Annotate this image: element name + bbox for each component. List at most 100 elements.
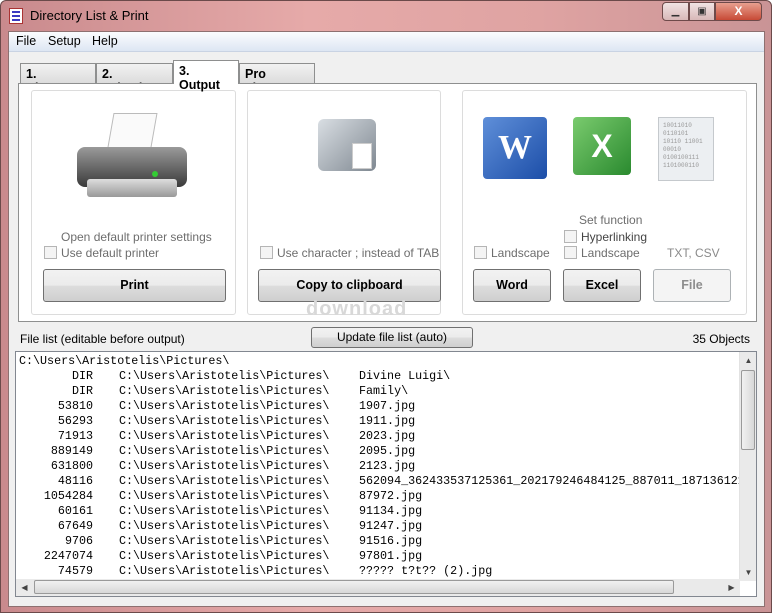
menu-file[interactable]: File: [16, 34, 36, 48]
hyperlinking-checkbox[interactable]: Hyperlinking: [564, 230, 647, 244]
row-name: Divine Luigi\: [359, 369, 451, 383]
tab-pro-licence[interactable]: Pro Licence: [239, 63, 315, 95]
excel-icon: X: [573, 117, 631, 175]
file-list-row: 1054284 C:\Users\Aristotelis\Pictures\ 879…: [19, 489, 739, 504]
export-group: W X 10011010 0110101 10110 11001 00010 0…: [462, 90, 747, 315]
word-button[interactable]: Word: [473, 269, 551, 302]
row-size: 74579: [57, 564, 93, 578]
checkbox-box[interactable]: [474, 246, 487, 259]
row-name: 97801.jpg: [359, 549, 423, 563]
menu-help[interactable]: Help: [92, 34, 118, 48]
scroll-right-arrow-icon[interactable]: ▶: [723, 579, 740, 596]
row-path: C:\Users\Aristotelis\Pictures\: [119, 504, 330, 518]
file-list-row: 48116 C:\Users\Aristotelis\Pictures\ 56209…: [19, 474, 752, 489]
row-name: 87972.jpg: [359, 489, 423, 503]
row-name: 91134.jpg: [359, 504, 423, 518]
maximize-button[interactable]: ▣: [689, 2, 715, 21]
row-name: 91247.jpg: [359, 519, 423, 533]
row-size: DIR: [71, 384, 93, 398]
row-path: C:\Users\Aristotelis\Pictures\: [119, 549, 330, 563]
update-file-list-button[interactable]: Update file list (auto): [311, 327, 473, 348]
row-path: C:\Users\Aristotelis\Pictures\: [119, 399, 330, 413]
printer-settings-link[interactable]: Open default printer settings: [61, 230, 212, 244]
excel-button[interactable]: Excel: [563, 269, 641, 302]
use-default-printer-checkbox[interactable]: Use default printer: [44, 246, 159, 260]
checkbox-label: Use character ; instead of TAB: [277, 246, 440, 260]
tab-output[interactable]: 3. Output: [173, 60, 239, 92]
use-semicolon-checkbox[interactable]: Use character ; instead of TAB: [260, 246, 439, 260]
menu-setup[interactable]: Setup: [48, 34, 81, 48]
title-bar[interactable]: Directory List & Print ▁ ▣ X: [1, 1, 771, 31]
row-size: 67649: [57, 519, 93, 533]
row-path: C:\Users\Aristotelis\Pictures\: [119, 489, 330, 503]
row-name: 1911.jpg: [359, 414, 416, 428]
clipboard-group: Use character ; instead of TAB Copy to c…: [247, 90, 441, 320]
row-path: C:\Users\Aristotelis\Pictures\: [119, 459, 330, 473]
scroll-up-arrow-icon[interactable]: ▲: [740, 352, 756, 369]
output-tab-panel: Open default printer settings Use defaul…: [18, 83, 757, 322]
file-list-row: 2247074 C:\Users\Aristotelis\Pictures\ 978…: [19, 549, 739, 564]
row-size: 9706: [64, 534, 93, 548]
file-formats-label: TXT, CSV: [667, 246, 720, 260]
file-list-row: 889149 C:\Users\Aristotelis\Pictures\ 2095…: [19, 444, 739, 459]
word-landscape-checkbox[interactable]: Landscape: [474, 246, 550, 260]
file-list-header: C:\Users\Aristotelis\Pictures\: [19, 354, 230, 368]
row-name: 562094_362433537125361_202179246484125_8…: [359, 474, 752, 488]
file-list-row: 631800 C:\Users\Aristotelis\Pictures\ 2123…: [19, 459, 739, 474]
file-list-textarea[interactable]: C:\Users\Aristotelis\Pictures\ DIR C:\Use…: [15, 351, 757, 597]
text-file-icon: 10011010 0110101 10110 11001 00010 01001…: [658, 117, 714, 181]
file-list-row: 74579 C:\Users\Aristotelis\Pictures\?????…: [19, 564, 739, 579]
file-list-row: 9706 C:\Users\Aristotelis\Pictures\ 91516.…: [19, 534, 739, 549]
row-path: C:\Users\Aristotelis\Pictures\: [119, 414, 330, 428]
row-size: 2247074: [43, 549, 93, 563]
checkbox-label: Landscape: [581, 246, 640, 260]
row-size: 631800: [50, 459, 93, 473]
row-name: Family\: [359, 384, 409, 398]
checkbox-label: Use default printer: [61, 246, 160, 260]
tab-selection[interactable]: 2. Selection: [96, 63, 173, 95]
row-name: ????? t?t?? (2).jpg: [359, 564, 493, 578]
vertical-scrollbar[interactable]: ▲ ▼: [739, 352, 756, 581]
file-button: File: [653, 269, 731, 302]
row-size: 53810: [57, 399, 93, 413]
file-list-row: 71913 C:\Users\Aristotelis\Pictures\ 2023.…: [19, 429, 739, 444]
scroll-left-arrow-icon[interactable]: ◀: [16, 579, 33, 596]
app-list-icon: [9, 8, 23, 24]
file-list-row: 56293 C:\Users\Aristotelis\Pictures\ 1911.…: [19, 414, 739, 429]
row-size: 71913: [57, 429, 93, 443]
row-size: DIR: [71, 369, 93, 383]
checkbox-label: Hyperlinking: [581, 230, 648, 244]
window-title: Directory List & Print: [30, 8, 149, 23]
excel-landscape-checkbox[interactable]: Landscape: [564, 246, 640, 260]
checkbox-box[interactable]: [44, 246, 57, 259]
minimize-button[interactable]: ▁: [662, 2, 689, 21]
row-path: C:\Users\Aristotelis\Pictures\: [119, 369, 330, 383]
row-name: 1907.jpg: [359, 399, 416, 413]
set-function-label: Set function: [579, 213, 643, 227]
scroll-down-arrow-icon[interactable]: ▼: [740, 564, 756, 581]
horizontal-scrollbar[interactable]: ◀ ▶: [16, 579, 740, 596]
file-list-row: 67649 C:\Users\Aristotelis\Pictures\ 91247…: [19, 519, 739, 534]
row-path: C:\Users\Aristotelis\Pictures\: [119, 519, 330, 533]
row-path: C:\Users\Aristotelis\Pictures\: [119, 474, 330, 488]
row-name: 2023.jpg: [359, 429, 416, 443]
row-path: C:\Users\Aristotelis\Pictures\: [119, 534, 330, 548]
printer-icon: [72, 113, 192, 208]
row-path: C:\Users\Aristotelis\Pictures\: [119, 384, 330, 398]
checkbox-box[interactable]: [564, 230, 577, 243]
checkbox-box[interactable]: [564, 246, 577, 259]
object-count: 35 Objects: [692, 332, 750, 346]
file-list-row: DIR C:\Users\Aristotelis\Pictures\ Divine …: [19, 369, 739, 384]
file-list-row: 53810 C:\Users\Aristotelis\Pictures\ 1907.…: [19, 399, 739, 414]
tab-directory[interactable]: 1. Directory: [20, 63, 96, 95]
row-name: 2095.jpg: [359, 444, 416, 458]
checkbox-label: Landscape: [491, 246, 550, 260]
vertical-scroll-thumb[interactable]: [741, 370, 755, 450]
menu-bar: File Setup Help: [9, 32, 764, 52]
close-button[interactable]: X: [715, 2, 762, 21]
printer-group: Open default printer settings Use defaul…: [31, 90, 236, 315]
checkbox-box[interactable]: [260, 246, 273, 259]
row-path: C:\Users\Aristotelis\Pictures\: [119, 429, 330, 443]
print-button[interactable]: Print: [43, 269, 226, 302]
horizontal-scroll-thumb[interactable]: [34, 580, 674, 594]
